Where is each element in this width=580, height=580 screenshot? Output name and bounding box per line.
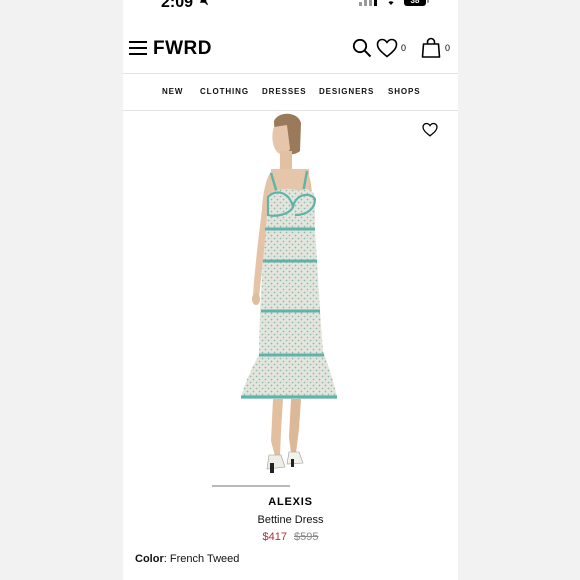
color-row: Color: French Tweed: [135, 553, 239, 565]
site-logo[interactable]: FWRD: [153, 38, 212, 60]
battery-icon: 38: [404, 0, 426, 6]
wifi-icon: [386, 0, 396, 5]
status-bar: 2:09 38: [123, 0, 458, 16]
image-carousel-indicator: [212, 485, 290, 487]
wishlist-heart-icon[interactable]: [376, 38, 398, 58]
nav-item-designers[interactable]: DESIGNERS: [319, 87, 374, 96]
site-header: FWRD 0 0: [123, 30, 458, 70]
battery-tip: [427, 0, 429, 3]
color-label: Color: [135, 553, 164, 565]
nav-item-clothing[interactable]: CLOTHING: [200, 87, 249, 96]
nav-item-dresses[interactable]: DRESSES: [262, 87, 307, 96]
product-brand[interactable]: ALEXIS: [123, 496, 458, 508]
silent-bell-icon: [198, 0, 209, 9]
product-image[interactable]: [123, 111, 458, 481]
bag-count: 0: [445, 43, 451, 53]
phone-screen: 2:09 38 FWRD 0 0 NEW CLOTHING DRESSES DE…: [123, 0, 458, 580]
hamburger-menu-icon[interactable]: [129, 40, 147, 55]
favorite-heart-outline-icon[interactable]: [422, 122, 438, 137]
wishlist-count: 0: [401, 43, 407, 53]
color-value: French Tweed: [169, 553, 240, 565]
shopping-bag-icon[interactable]: [421, 37, 441, 58]
category-nav: NEW CLOTHING DRESSES DESIGNERS SHOPS: [123, 74, 458, 110]
price-row: $417 $595: [123, 531, 458, 543]
sale-price: $417: [262, 531, 287, 543]
nav-item-new[interactable]: NEW: [162, 87, 183, 96]
search-icon[interactable]: [352, 38, 372, 58]
product-name: Bettine Dress: [257, 514, 324, 526]
original-price: $595: [294, 531, 319, 543]
nav-item-shops[interactable]: SHOPS: [388, 87, 421, 96]
carousel-progress-fill: [212, 485, 290, 487]
cellular-signal-icon: [359, 0, 377, 6]
status-time: 2:09: [161, 0, 194, 11]
screenshot-background: 2:09 38 FWRD 0 0 NEW CLOTHING DRESSES DE…: [0, 0, 580, 580]
